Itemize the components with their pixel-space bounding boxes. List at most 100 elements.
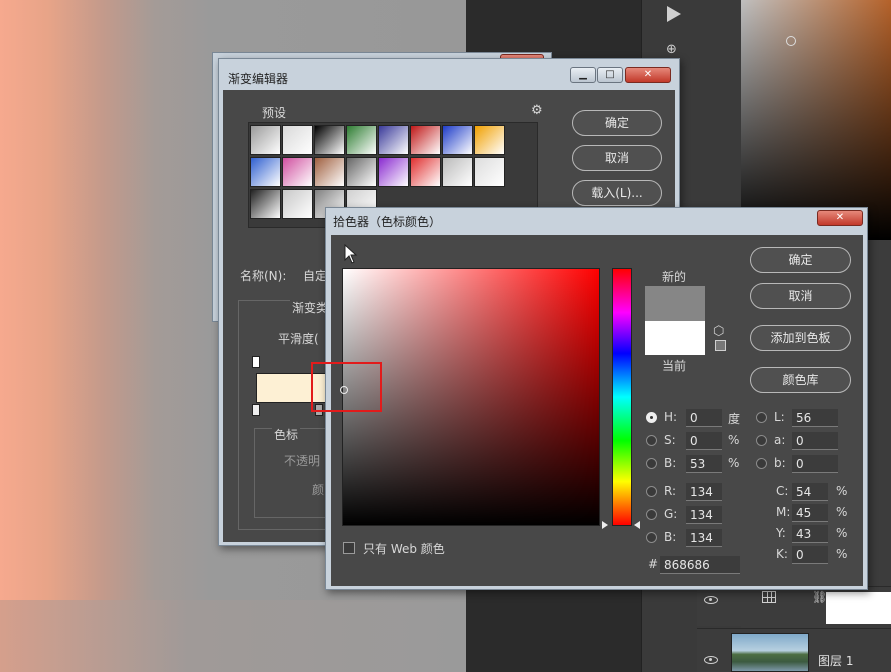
eye-icon[interactable] xyxy=(704,596,718,604)
preset-swatch[interactable] xyxy=(410,157,441,187)
hex-input[interactable]: 868686 xyxy=(660,556,740,574)
color-panel-field[interactable] xyxy=(741,0,891,240)
hue-slider-handle-right[interactable] xyxy=(634,521,640,529)
layer-name[interactable]: 图层 1 xyxy=(818,652,853,669)
a-label: a: xyxy=(774,433,786,447)
lab-b-input[interactable]: 0 xyxy=(792,455,838,473)
preset-swatch[interactable] xyxy=(282,157,313,187)
preset-swatch[interactable] xyxy=(250,125,281,155)
play-icon[interactable] xyxy=(667,6,681,22)
preset-swatch[interactable] xyxy=(250,157,281,187)
l-label: L: xyxy=(774,410,785,424)
blue-label: B: xyxy=(664,530,677,544)
presets-label: 预设 xyxy=(262,106,287,120)
m-input[interactable]: 45 xyxy=(792,504,828,522)
radio-r[interactable] xyxy=(646,486,657,497)
web-only-label: 只有 Web 颜色 xyxy=(363,542,445,556)
preset-swatch[interactable] xyxy=(314,125,345,155)
grid-icon xyxy=(762,591,776,603)
k-input[interactable]: 0 xyxy=(792,546,828,564)
adjust-tool-icon[interactable]: ⊕ xyxy=(666,42,682,58)
cursor-arrow-icon xyxy=(344,244,358,264)
m-label: M: xyxy=(776,505,791,519)
layer-mask-thumbnail[interactable] xyxy=(826,592,891,624)
preset-swatch[interactable] xyxy=(378,125,409,155)
color-picker-close-button[interactable]: ✕ xyxy=(817,210,863,226)
radio-b[interactable] xyxy=(646,458,657,469)
load-button[interactable]: 载入(L)... xyxy=(572,180,662,206)
radio-a[interactable] xyxy=(756,435,767,446)
preset-swatch[interactable] xyxy=(442,157,473,187)
name-field[interactable]: 自定 xyxy=(303,267,327,284)
close-button[interactable]: ✕ xyxy=(625,67,671,83)
preset-swatch[interactable] xyxy=(474,157,505,187)
h-input[interactable]: 0 xyxy=(686,409,722,427)
color-ok-button[interactable]: 确定 xyxy=(750,247,851,273)
y-label: Y: xyxy=(776,526,786,540)
radio-h[interactable] xyxy=(646,412,657,423)
link-icon[interactable]: ⛓ xyxy=(812,590,827,604)
m-unit: % xyxy=(836,505,848,519)
preset-swatch[interactable] xyxy=(378,157,409,187)
radio-l[interactable] xyxy=(756,412,767,423)
current-color-swatch[interactable] xyxy=(645,321,705,355)
gradient-cancel-button[interactable]: 取消 xyxy=(572,145,662,171)
smoothness-label: 平滑度( xyxy=(278,332,319,346)
gradient-ok-button[interactable]: 确定 xyxy=(572,110,662,136)
preset-swatch[interactable] xyxy=(282,189,313,219)
web-safe-swatch-icon[interactable] xyxy=(715,340,726,351)
current-color-label: 当前 xyxy=(662,359,687,373)
gear-icon[interactable]: ⚙ xyxy=(531,103,543,118)
b-unit: % xyxy=(728,456,740,470)
color-libraries-button[interactable]: 颜色库 xyxy=(750,367,851,393)
b-label: B: xyxy=(664,456,677,470)
l-input[interactable]: 56 xyxy=(792,409,838,427)
s-input[interactable]: 0 xyxy=(686,432,722,450)
minimize-button[interactable]: ▁ xyxy=(570,67,596,83)
gradient-type-label: 渐变类 xyxy=(290,299,331,316)
radio-blue[interactable] xyxy=(646,532,657,543)
b-input[interactable]: 53 xyxy=(686,455,722,473)
name-label: 名称(N): xyxy=(240,269,287,283)
opacity-stop[interactable] xyxy=(252,356,260,368)
c-label: C: xyxy=(776,484,789,498)
c-input[interactable]: 54 xyxy=(792,483,828,501)
layer-thumbnail[interactable] xyxy=(731,633,809,672)
new-color-swatch xyxy=(645,286,705,321)
preset-swatch[interactable] xyxy=(410,125,441,155)
preset-swatch[interactable] xyxy=(442,125,473,155)
add-to-swatches-button[interactable]: 添加到色板 xyxy=(750,325,851,351)
h-unit: 度 xyxy=(728,412,741,426)
color-cancel-button[interactable]: 取消 xyxy=(750,283,851,309)
radio-g[interactable] xyxy=(646,509,657,520)
color-picker-title: 拾色器（色标颜色） xyxy=(333,215,442,229)
k-unit: % xyxy=(836,547,848,561)
r-label: R: xyxy=(664,484,677,498)
radio-lab-b[interactable] xyxy=(756,458,767,469)
maximize-button[interactable]: □ xyxy=(597,67,623,83)
preset-swatch[interactable] xyxy=(314,157,345,187)
eye-icon[interactable] xyxy=(704,656,718,664)
cube-icon[interactable]: ⬡ xyxy=(713,324,724,339)
color-panel-marker xyxy=(786,36,796,46)
blue-input[interactable]: 134 xyxy=(686,529,722,547)
y-input[interactable]: 43 xyxy=(792,525,828,543)
preset-swatch[interactable] xyxy=(282,125,313,155)
hue-slider[interactable] xyxy=(612,268,632,526)
web-only-checkbox[interactable] xyxy=(343,542,355,554)
color-stop[interactable] xyxy=(252,404,260,416)
gradient-editor-title: 渐变编辑器 xyxy=(228,72,289,86)
radio-s[interactable] xyxy=(646,435,657,446)
preset-swatch[interactable] xyxy=(474,125,505,155)
preset-swatch[interactable] xyxy=(346,157,377,187)
preset-swatch[interactable] xyxy=(346,125,377,155)
hex-label: # xyxy=(648,557,659,571)
opacity-label: 不透明 xyxy=(284,454,321,468)
preset-swatch[interactable] xyxy=(250,189,281,219)
g-input[interactable]: 134 xyxy=(686,506,722,524)
new-color-label: 新的 xyxy=(662,270,687,284)
r-input[interactable]: 134 xyxy=(686,483,722,501)
hue-slider-handle-left[interactable] xyxy=(602,521,608,529)
a-input[interactable]: 0 xyxy=(792,432,838,450)
s-label: S: xyxy=(664,433,676,447)
